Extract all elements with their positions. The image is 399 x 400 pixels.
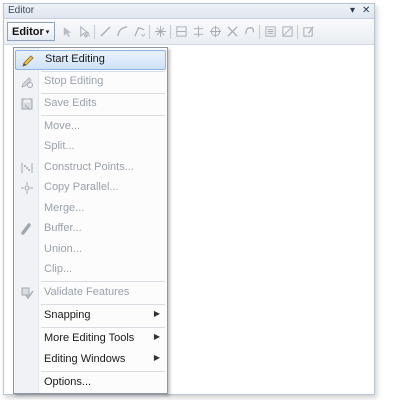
menu-item-label: Copy Parallel... [44, 181, 119, 193]
menu-divider [41, 304, 165, 305]
menu-item-label: Stop Editing [44, 75, 104, 87]
split-icon[interactable] [191, 25, 205, 39]
menu-divider [41, 327, 165, 328]
menu-item-label: Start Editing [45, 53, 105, 65]
toolbar-tools: A [60, 23, 318, 40]
reshape-icon[interactable] [242, 25, 256, 39]
menu-item-label: Move... [44, 120, 81, 132]
copy-parallel-icon [20, 181, 34, 195]
menu-item-label: Buffer... [44, 222, 82, 234]
attributes-icon[interactable] [263, 25, 277, 39]
menu-divider [41, 115, 165, 116]
toolbar-separator [170, 24, 171, 39]
menu-divider [41, 281, 165, 282]
close-icon[interactable]: ✕ [362, 4, 370, 18]
toolbar-separator [149, 24, 150, 39]
menu-item-label: Construct Points... [44, 161, 134, 173]
segment-types-icon[interactable] [132, 25, 146, 39]
menu-item-label: Options... [44, 376, 92, 388]
menu-item-move[interactable]: Move... [15, 117, 166, 137]
stop-editing-icon [20, 75, 34, 89]
menu-item-label: Validate Features [44, 286, 130, 298]
menu-item-merge[interactable]: Merge... [15, 199, 166, 219]
menu-item-label: Merge... [44, 202, 85, 214]
window-title: Editor [8, 5, 35, 16]
create-features-icon[interactable] [301, 25, 315, 39]
pencil-icon [21, 54, 35, 68]
menu-item-buffer[interactable]: Buffer... [15, 219, 166, 239]
editor-menu-button[interactable]: Editor ▾ [7, 22, 56, 41]
menu-item-label: Clip... [44, 263, 73, 275]
edit-tool-icon[interactable] [60, 25, 74, 39]
straight-segment-icon[interactable] [98, 25, 112, 39]
menu-item-more-editing-tools[interactable]: More Editing Tools ▶ [15, 329, 166, 349]
submenu-arrow-icon: ▶ [153, 332, 160, 341]
validate-features-icon [20, 286, 34, 300]
arc-segment-icon[interactable] [115, 25, 129, 39]
menu-item-label: Split... [44, 140, 75, 152]
menu-item-label: Save Edits [44, 97, 97, 109]
menu-item-options[interactable]: Options... [15, 373, 166, 393]
menu-item-snapping[interactable]: Snapping ▶ [15, 306, 166, 326]
editor-toolbar: Editor ▾ A [4, 19, 374, 45]
submenu-arrow-icon: ▶ [153, 309, 160, 318]
menu-item-construct-points[interactable]: Construct Points... [15, 158, 166, 178]
rotate-icon[interactable] [208, 25, 222, 39]
menu-item-label: More Editing Tools [44, 332, 135, 344]
menu-item-label: Editing Windows [44, 353, 126, 365]
edit-annotation-icon[interactable]: A [77, 25, 91, 39]
window-menu-icon[interactable]: ▾ [350, 4, 355, 18]
menu-item-label: Snapping [44, 309, 91, 321]
submenu-arrow-icon: ▶ [153, 353, 160, 362]
menu-item-stop-editing[interactable]: Stop Editing [15, 72, 166, 92]
title-bar[interactable]: Editor ▾ ✕ [4, 4, 374, 19]
toolbar-separator [94, 24, 95, 39]
toolbar-separator [297, 24, 298, 39]
menu-divider [41, 371, 165, 372]
editor-menu-label: Editor [12, 25, 44, 38]
editor-dropdown-menu: Start Editing Stop Editing Save Edits Mo… [13, 47, 168, 394]
menu-item-split[interactable]: Split... [15, 137, 166, 157]
menu-item-validate-features[interactable]: Validate Features [15, 283, 166, 303]
vertex-icon[interactable] [153, 25, 167, 39]
menu-item-save-edits[interactable]: Save Edits [15, 94, 166, 114]
menu-item-start-editing[interactable]: Start Editing [15, 50, 166, 70]
menu-item-clip[interactable]: Clip... [15, 260, 166, 280]
svg-text:A: A [86, 33, 90, 38]
sketch-properties-icon[interactable] [280, 25, 294, 39]
chevron-down-icon: ▾ [45, 28, 50, 36]
menu-item-editing-windows[interactable]: Editing Windows ▶ [15, 350, 166, 370]
construct-points-icon [20, 161, 34, 175]
topology-icon[interactable] [174, 25, 188, 39]
editor-toolbar-window: Editor ▾ ✕ Editor ▾ A Start Editing Stop… [3, 3, 375, 395]
menu-item-label: Union... [44, 243, 82, 255]
cut-polygons-icon[interactable] [225, 25, 239, 39]
menu-item-union[interactable]: Union... [15, 240, 166, 260]
buffer-icon [20, 222, 34, 236]
menu-item-copy-parallel[interactable]: Copy Parallel... [15, 178, 166, 198]
toolbar-separator [259, 24, 260, 39]
save-edits-icon [20, 97, 34, 111]
